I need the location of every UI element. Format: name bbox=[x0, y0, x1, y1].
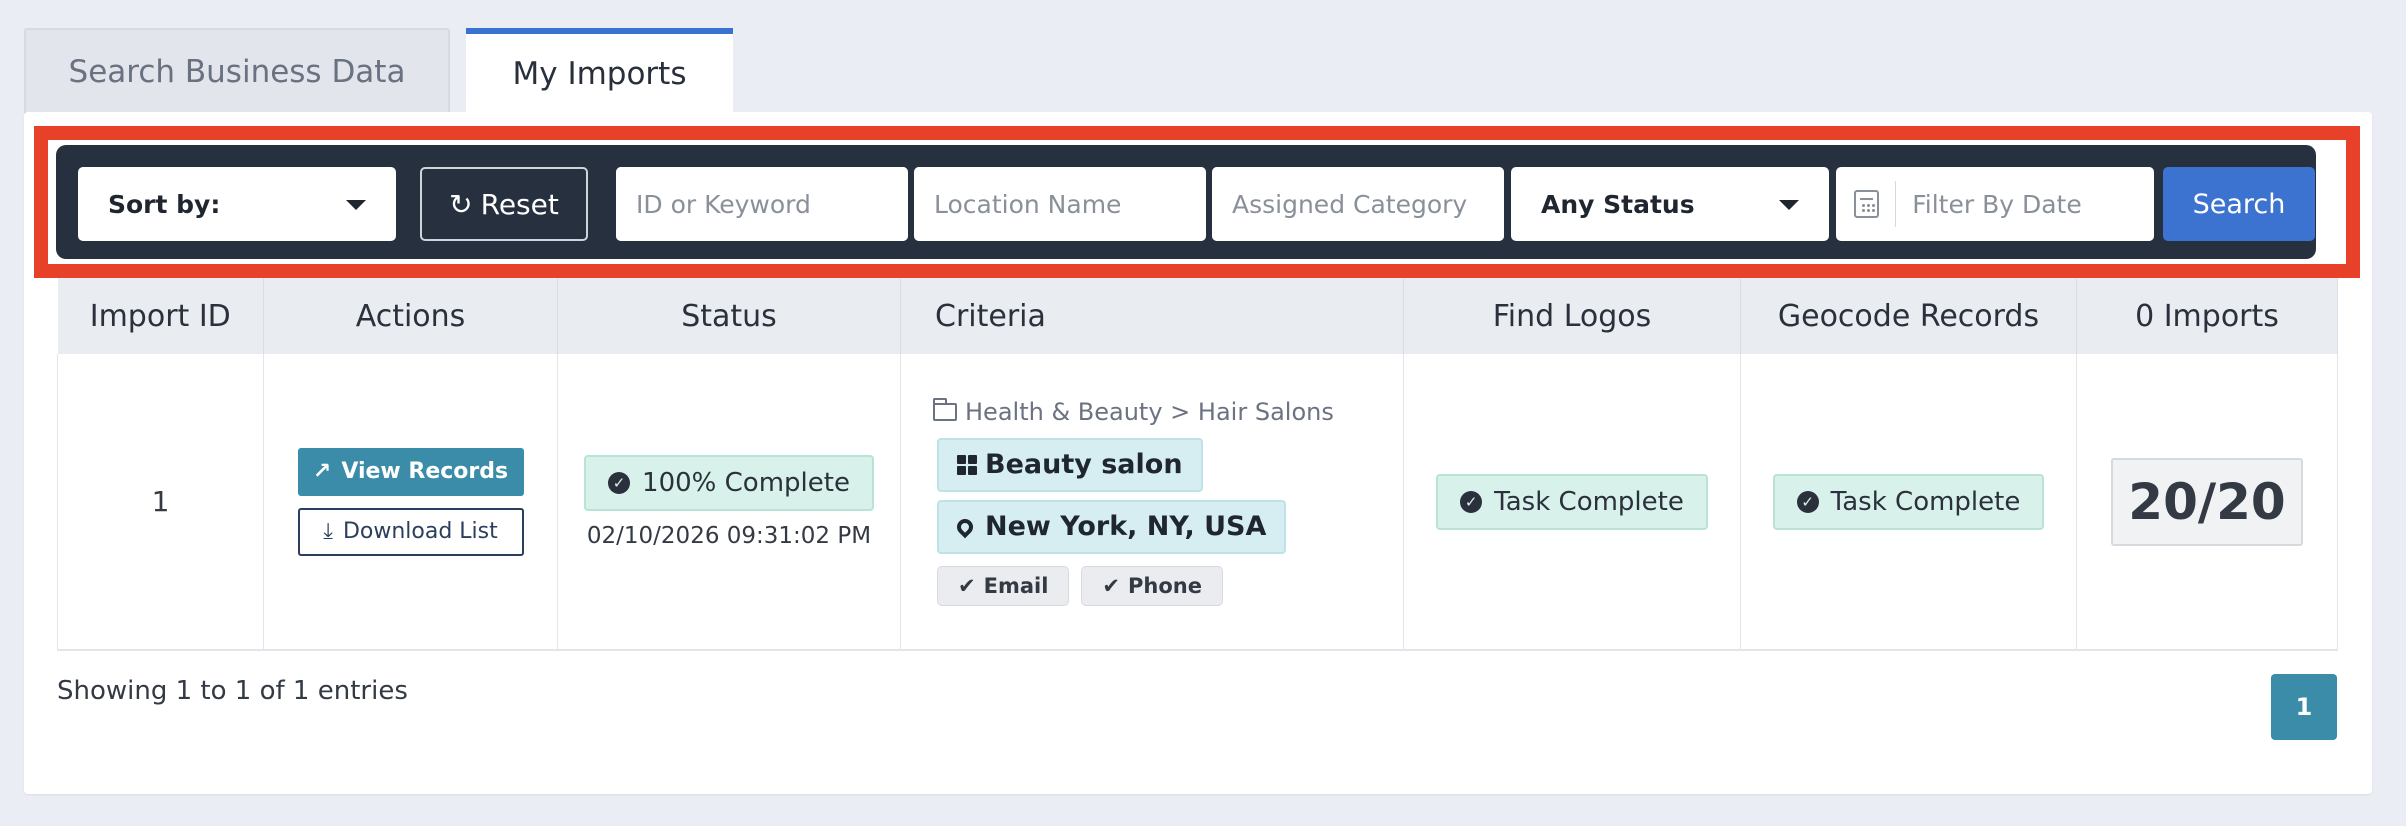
geocode-cell: ✓ Task Complete bbox=[1740, 354, 2077, 651]
chevron-down-icon bbox=[346, 200, 366, 210]
imports-count: 20/20 bbox=[2111, 457, 2303, 546]
search-button[interactable]: Search bbox=[2163, 167, 2315, 241]
date-filter[interactable] bbox=[1836, 167, 2155, 241]
view-records-label: View Records bbox=[341, 459, 509, 484]
criteria-cell: Health & Beauty > Hair Salons Beauty sal… bbox=[900, 354, 1404, 651]
check-circle-icon: ✓ bbox=[1460, 490, 1483, 513]
header-find-logos: Find Logos bbox=[1403, 278, 1741, 354]
imports-cell: 20/20 bbox=[2076, 354, 2338, 651]
criteria-path: Health & Beauty > Hair Salons bbox=[933, 397, 1403, 426]
table-header-row: Import ID Actions Status Criteria Find L… bbox=[57, 278, 2338, 354]
map-pin-icon bbox=[953, 515, 977, 538]
status-select-label: Any Status bbox=[1541, 189, 1695, 219]
tab-bar: Search Business Data My Imports bbox=[24, 28, 733, 114]
category-input[interactable] bbox=[1212, 167, 1504, 241]
pagination-page-1[interactable]: 1 bbox=[2271, 674, 2337, 740]
download-icon: ⤓ bbox=[323, 519, 333, 544]
find-logos-cell: ✓ Task Complete bbox=[1403, 354, 1741, 651]
imports-table: Import ID Actions Status Criteria Find L… bbox=[57, 278, 2338, 651]
criteria-location-badge: New York, NY, USA bbox=[937, 499, 1287, 554]
check-circle-icon: ✓ bbox=[1796, 490, 1819, 513]
download-list-button[interactable]: ⤓ Download List bbox=[297, 507, 524, 556]
check-icon: ✔ bbox=[1102, 573, 1121, 598]
sort-label: Sort by: bbox=[108, 189, 221, 219]
location-field-wrap bbox=[914, 167, 1206, 241]
location-input[interactable] bbox=[914, 167, 1206, 241]
reset-label: Reset bbox=[480, 187, 559, 221]
status-cell: ✓ 100% Complete 02/10/2026 09:31:02 PM bbox=[557, 354, 901, 651]
folder-icon bbox=[933, 397, 957, 421]
phone-chip: ✔ Phone bbox=[1081, 565, 1223, 606]
keyword-field-wrap bbox=[616, 167, 908, 241]
chevron-down-icon bbox=[1779, 200, 1799, 210]
geocode-text: Task Complete bbox=[1830, 486, 2021, 517]
phone-chip-label: Phone bbox=[1128, 573, 1202, 598]
external-link-icon: ↗ bbox=[312, 459, 332, 484]
table-row: 1 ↗ View Records ⤓ Download List ✓ 100% … bbox=[57, 354, 2338, 651]
divider bbox=[1895, 181, 1897, 227]
download-list-label: Download List bbox=[342, 519, 498, 544]
check-circle-icon: ✓ bbox=[608, 471, 631, 494]
header-import-id[interactable]: Import ID bbox=[57, 278, 264, 354]
reset-button[interactable]: ↻ Reset bbox=[420, 167, 588, 241]
criteria-chips: ✔ Email ✔ Phone bbox=[937, 565, 1403, 606]
criteria-path-text: Health & Beauty > Hair Salons bbox=[965, 397, 1334, 426]
geocode-badge: ✓ Task Complete bbox=[1772, 473, 2045, 530]
criteria-category-text: Beauty salon bbox=[985, 449, 1183, 480]
sort-select[interactable]: Sort by: bbox=[78, 167, 396, 241]
header-imports-count: 0 Imports bbox=[2076, 278, 2338, 354]
header-actions: Actions bbox=[263, 278, 558, 354]
check-icon: ✔ bbox=[958, 573, 976, 598]
tab-my-imports[interactable]: My Imports bbox=[466, 28, 733, 114]
entries-info: Showing 1 to 1 of 1 entries bbox=[57, 676, 408, 706]
criteria-category-badge: Beauty salon bbox=[937, 437, 1203, 492]
date-input[interactable] bbox=[1906, 167, 2155, 241]
criteria-location-text: New York, NY, USA bbox=[985, 511, 1267, 542]
header-criteria: Criteria bbox=[900, 278, 1404, 354]
find-logos-badge: ✓ Task Complete bbox=[1436, 473, 1708, 530]
email-chip: ✔ Email bbox=[937, 565, 1070, 606]
tab-search-business-data[interactable]: Search Business Data bbox=[24, 28, 450, 114]
header-geocode-records: Geocode Records bbox=[1740, 278, 2077, 354]
status-badge: ✓ 100% Complete bbox=[584, 454, 874, 511]
calendar-icon bbox=[1854, 190, 1880, 218]
status-select[interactable]: Any Status bbox=[1511, 167, 1829, 241]
keyword-input[interactable] bbox=[616, 167, 908, 241]
email-chip-label: Email bbox=[983, 573, 1049, 598]
status-text: 100% Complete bbox=[642, 467, 850, 498]
status-date: 02/10/2026 09:31:02 PM bbox=[586, 522, 872, 549]
filter-bar: Sort by: ↻ Reset Any Status Search bbox=[56, 145, 2316, 259]
import-id-cell: 1 bbox=[57, 354, 264, 651]
grid-icon bbox=[957, 454, 977, 475]
actions-cell: ↗ View Records ⤓ Download List bbox=[263, 354, 558, 651]
refresh-icon: ↻ bbox=[449, 187, 473, 221]
view-records-button[interactable]: ↗ View Records bbox=[297, 447, 524, 496]
header-status[interactable]: Status bbox=[557, 278, 901, 354]
find-logos-text: Task Complete bbox=[1494, 486, 1684, 517]
category-field-wrap bbox=[1212, 167, 1504, 241]
